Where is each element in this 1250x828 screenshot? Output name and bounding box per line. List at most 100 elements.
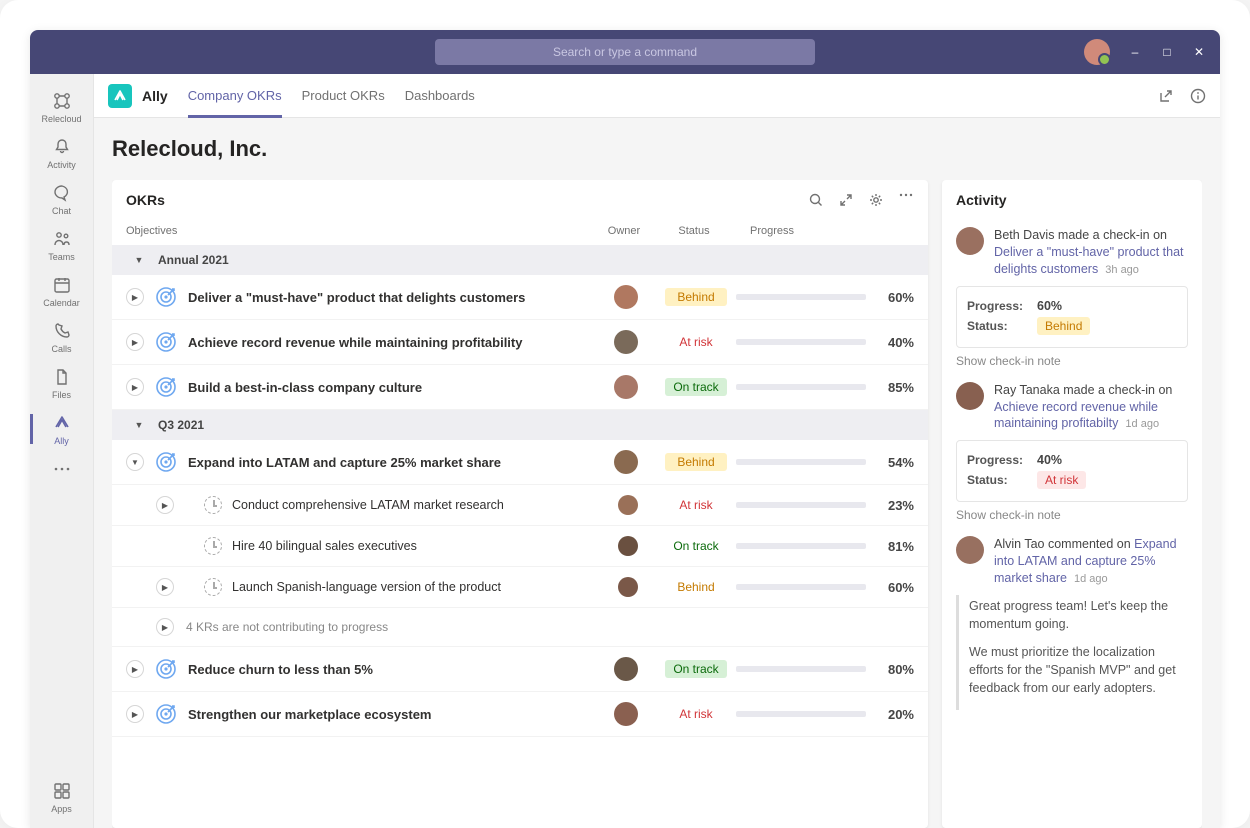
avatar[interactable]	[956, 536, 984, 564]
avatar[interactable]	[956, 382, 984, 410]
titlebar-controls: – □ ✕	[1084, 39, 1220, 65]
kr-title: Hire 40 bilingual sales executives	[232, 539, 600, 553]
owner-avatar[interactable]	[614, 450, 638, 474]
app-name: Ally	[142, 88, 168, 104]
okr-column-headers: Objectives Owner Status Progress	[112, 221, 928, 245]
activity-panel-title: Activity	[956, 192, 1007, 208]
okr-title: Deliver a "must-have" product that delig…	[188, 290, 596, 305]
kr-note: 4 KRs are not contributing to progress	[174, 620, 388, 634]
avatar[interactable]	[956, 227, 984, 255]
tab-company-okrs[interactable]: Company OKRs	[188, 74, 282, 117]
owner-avatar[interactable]	[618, 577, 638, 597]
search-placeholder: Search or type a command	[553, 45, 697, 59]
kr-note-row[interactable]: ▶4 KRs are not contributing to progress	[112, 608, 928, 647]
okr-panel: OKRs Objectives Owner Status	[112, 180, 928, 828]
popout-icon[interactable]	[1158, 88, 1174, 104]
status-badge: Behind	[665, 578, 727, 596]
rail-item-calls[interactable]: Calls	[30, 314, 94, 360]
owner-avatar[interactable]	[614, 375, 638, 399]
progress-value: 20%	[874, 707, 914, 722]
target-icon	[154, 450, 178, 474]
target-icon	[154, 375, 178, 399]
progress-value: 80%	[874, 662, 914, 677]
status-badge: At risk	[665, 496, 727, 514]
expand-button[interactable]: ▶	[126, 705, 144, 723]
expand-icon[interactable]	[838, 192, 854, 208]
activity-list: Beth Davis made a check-in on Deliver a …	[942, 221, 1202, 724]
tab-dashboards[interactable]: Dashboards	[405, 74, 475, 117]
okr-row[interactable]: ▶ Deliver a "must-have" product that deli…	[112, 275, 928, 320]
show-note-link[interactable]: Show check-in note	[956, 354, 1188, 368]
rail-item-relecloud[interactable]: Relecloud	[30, 84, 94, 130]
collapse-button[interactable]: ▼	[126, 453, 144, 471]
activity-item: Alvin Tao commented on Expand into LATAM…	[956, 536, 1188, 709]
okr-row[interactable]: ▶Achieve record revenue while maintainin…	[112, 320, 928, 365]
expand-button[interactable]: ▶	[126, 660, 144, 678]
chevron-down-icon: ▼	[132, 418, 146, 432]
progress-value: 85%	[874, 380, 914, 395]
gear-icon[interactable]	[868, 192, 884, 208]
expand-button[interactable]: ▶	[156, 578, 174, 596]
rail-item-chat[interactable]: Chat	[30, 176, 94, 222]
search-input[interactable]: Search or type a command	[435, 39, 815, 65]
progress-value: 81%	[874, 539, 914, 554]
activity-link[interactable]: Deliver a "must-have" product that delig…	[994, 245, 1184, 276]
close-icon[interactable]: ✕	[1192, 45, 1206, 59]
progress-value: 54%	[874, 455, 914, 470]
okr-title: Expand into LATAM and capture 25% market…	[188, 455, 596, 470]
okr-row[interactable]: ▼ Expand into LATAM and capture 25% marke…	[112, 440, 928, 485]
expand-button[interactable]: ▶	[126, 333, 144, 351]
phone-icon	[51, 320, 73, 342]
search-icon[interactable]	[808, 192, 824, 208]
expand-button[interactable]: ▶	[126, 288, 144, 306]
rail-item-files[interactable]: Files	[30, 360, 94, 406]
status-badge: Behind	[1037, 317, 1090, 335]
user-avatar[interactable]	[1084, 39, 1110, 65]
progress-value: 60%	[874, 290, 914, 305]
kr-row[interactable]: Hire 40 bilingual sales executivesOn tra…	[112, 526, 928, 567]
maximize-icon[interactable]: □	[1160, 45, 1174, 59]
content: Relecloud, Inc. OKRs	[94, 118, 1220, 828]
okr-group-header[interactable]: ▼Annual 2021	[112, 245, 928, 275]
checkin-box: Progress:60%Status:Behind	[956, 286, 1188, 348]
info-icon[interactable]	[1190, 88, 1206, 104]
rail-item-calendar[interactable]: Calendar	[30, 268, 94, 314]
okr-title: Build a best-in-class company culture	[188, 380, 596, 395]
kr-icon	[204, 537, 222, 555]
owner-avatar[interactable]	[614, 657, 638, 681]
squares-icon	[51, 90, 73, 112]
okr-row[interactable]: ▶Build a best-in-class company cultureOn…	[112, 365, 928, 410]
owner-avatar[interactable]	[614, 702, 638, 726]
expand-button[interactable]: ▶	[126, 378, 144, 396]
chat-icon	[51, 182, 73, 204]
activity-time: 3h ago	[1102, 264, 1139, 276]
owner-avatar[interactable]	[614, 285, 638, 309]
rail-item-apps[interactable]: Apps	[30, 774, 94, 820]
rail-item-teams[interactable]: Teams	[30, 222, 94, 268]
status-badge: At risk	[665, 333, 727, 351]
progress-bar	[736, 584, 866, 590]
kr-row[interactable]: ▶Launch Spanish-language version of the …	[112, 567, 928, 608]
okr-row[interactable]: ▶Strengthen our marketplace ecosystemAt …	[112, 692, 928, 737]
minimize-icon[interactable]: –	[1128, 45, 1142, 59]
show-note-link[interactable]: Show check-in note	[956, 508, 1188, 522]
rail-item-activity[interactable]: Activity	[30, 130, 94, 176]
owner-avatar[interactable]	[614, 330, 638, 354]
okr-title: Strengthen our marketplace ecosystem	[188, 707, 596, 722]
kr-title: Conduct comprehensive LATAM market resea…	[232, 498, 600, 512]
activity-panel: Activity Beth Davis made a check-in on D…	[942, 180, 1202, 828]
okr-group-header[interactable]: ▼Q3 2021	[112, 410, 928, 440]
more-icon[interactable]	[898, 192, 914, 208]
rail-item-more[interactable]	[30, 452, 94, 488]
okr-row[interactable]: ▶Reduce churn to less than 5%On track80%	[112, 647, 928, 692]
owner-avatar[interactable]	[618, 536, 638, 556]
tab-product-okrs[interactable]: Product OKRs	[302, 74, 385, 117]
activity-comment: Great progress team! Let's keep the mome…	[956, 595, 1188, 710]
expand-button[interactable]: ▶	[156, 618, 174, 636]
expand-button[interactable]: ▶	[156, 496, 174, 514]
owner-avatar[interactable]	[618, 495, 638, 515]
rail-item-ally[interactable]: Ally	[30, 406, 94, 452]
kr-row[interactable]: ▶ Conduct comprehensive LATAM market rese…	[112, 485, 928, 526]
progress-bar	[736, 384, 866, 390]
chevron-down-icon: ▼	[132, 253, 146, 267]
